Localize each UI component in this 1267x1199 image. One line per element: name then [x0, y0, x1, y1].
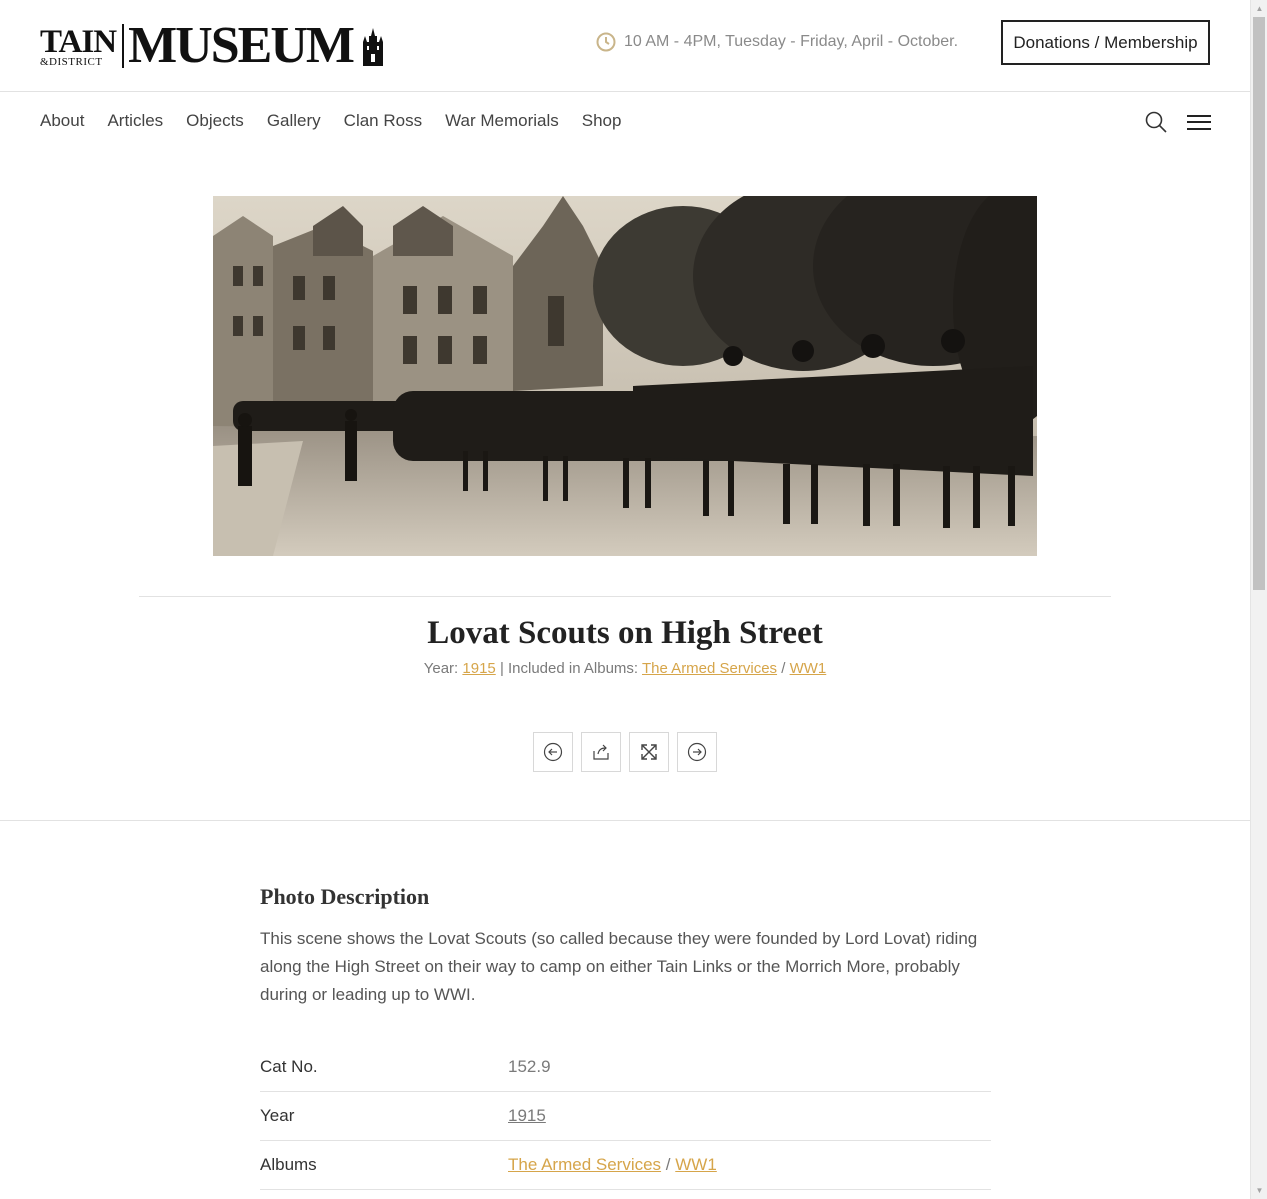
table-row: Year 1915: [260, 1092, 991, 1141]
next-button[interactable]: [677, 732, 717, 772]
cat-no-value: 152.9: [508, 1057, 551, 1076]
page: TAIN &DISTRICT MUSEUM 10 AM - 4PM, Tuesd…: [0, 0, 1250, 1199]
album-separator: /: [781, 660, 786, 677]
logo-district: &DISTRICT: [40, 56, 103, 68]
top-header: TAIN &DISTRICT MUSEUM 10 AM - 4PM, Tuesd…: [0, 0, 1250, 92]
share-icon: [593, 744, 609, 760]
description-text: This scene shows the Lovat Scouts (so ca…: [260, 929, 978, 1004]
opening-hours: 10 AM - 4PM, Tuesday - Friday, April - O…: [596, 32, 958, 52]
scroll-up-arrow-icon[interactable]: ▲: [1251, 0, 1267, 17]
scroll-down-arrow-icon[interactable]: ▼: [1251, 1182, 1267, 1199]
album-link-ww1[interactable]: WW1: [790, 660, 827, 677]
description-heading: Photo Description: [260, 884, 430, 909]
fullscreen-button[interactable]: [629, 732, 669, 772]
year-label: Year:: [423, 660, 459, 677]
logo-tain: TAIN: [40, 24, 117, 60]
search-icon[interactable]: [1144, 110, 1168, 134]
section-divider: [0, 820, 1250, 821]
albums-row-separator: /: [665, 1155, 671, 1174]
albums-row-value: The Armed Services / WW1: [508, 1155, 717, 1175]
vertical-scrollbar[interactable]: ▲ ▼: [1250, 0, 1267, 1199]
albums-row-link-ww1[interactable]: WW1: [675, 1155, 717, 1174]
arrow-right-circle-icon: [687, 742, 707, 762]
share-button[interactable]: [581, 732, 621, 772]
nav-item-shop[interactable]: Shop: [582, 108, 622, 134]
previous-button[interactable]: [533, 732, 573, 772]
main-nav: About Articles Objects Gallery Clan Ross…: [40, 108, 644, 134]
photo-meta: Year: 1915 | Included in Albums: The Arm…: [0, 660, 1250, 677]
table-row: Albums The Armed Services / WW1: [260, 1141, 991, 1190]
table-row: Cat No. 152.9: [260, 1043, 991, 1092]
albums-label: | Included in Albums:: [499, 660, 639, 677]
nav-item-about[interactable]: About: [40, 108, 84, 134]
arrow-left-circle-icon: [543, 742, 563, 762]
details-table: Cat No. 152.9 Year 1915 Albums The Armed…: [260, 1043, 991, 1190]
logo-left: TAIN &DISTRICT: [40, 24, 125, 68]
hours-text: 10 AM - 4PM, Tuesday - Friday, April - O…: [624, 33, 959, 50]
album-link-armed-services[interactable]: The Armed Services: [642, 660, 777, 677]
clock-icon: [596, 32, 616, 52]
year-link[interactable]: 1915: [462, 660, 495, 677]
photo-title: Lovat Scouts on High Street: [427, 615, 823, 651]
photo-actions: [533, 732, 725, 772]
expand-icon: [641, 744, 657, 760]
photo-illustration: [213, 196, 1037, 556]
nav-item-objects[interactable]: Objects: [186, 108, 244, 134]
albums-row-link-armed-services[interactable]: The Armed Services: [508, 1155, 661, 1174]
menu-icon[interactable]: [1187, 114, 1211, 130]
nav-item-gallery[interactable]: Gallery: [267, 108, 321, 134]
cat-no-label: Cat No.: [260, 1057, 318, 1076]
year-row-link[interactable]: 1915: [508, 1106, 546, 1126]
divider: [139, 596, 1111, 597]
nav-item-war-memorials[interactable]: War Memorials: [445, 108, 559, 134]
site-logo[interactable]: TAIN &DISTRICT MUSEUM: [40, 17, 385, 74]
tower-icon: [362, 28, 383, 66]
year-row-label: Year: [260, 1106, 295, 1125]
donations-membership-button[interactable]: Donations / Membership: [1001, 20, 1210, 65]
logo-museum: MUSEUM: [128, 17, 355, 74]
albums-row-label: Albums: [260, 1155, 317, 1174]
nav-item-articles[interactable]: Articles: [107, 108, 163, 134]
scrollbar-thumb[interactable]: [1253, 17, 1265, 590]
main-photo[interactable]: [213, 196, 1037, 556]
nav-item-clan-ross[interactable]: Clan Ross: [344, 108, 422, 134]
nav-icons: [1144, 110, 1211, 134]
